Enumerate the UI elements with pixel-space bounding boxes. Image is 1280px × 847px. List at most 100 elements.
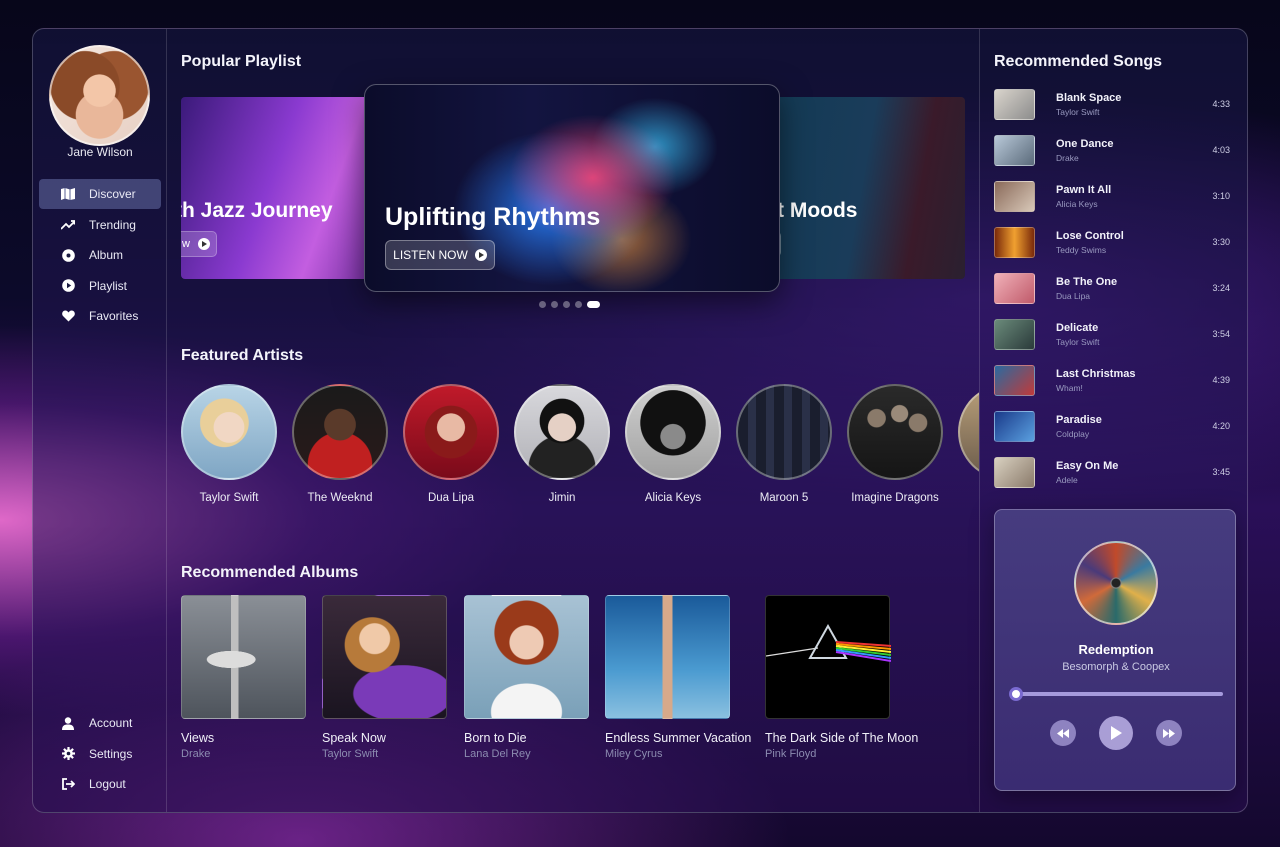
carousel-dot[interactable]	[563, 301, 570, 308]
nav-label: Logout	[89, 777, 126, 791]
disc-icon	[61, 248, 75, 262]
song-row[interactable]: Delicate Taylor Swift 3:54	[994, 319, 1234, 351]
listen-now-button[interactable]: LISTEN NOW	[385, 240, 495, 270]
nav-item-settings[interactable]: Settings	[39, 739, 161, 769]
fast-forward-icon	[1163, 728, 1175, 738]
song-cover	[994, 457, 1035, 488]
main-content: Popular Playlist th Jazz Journey w t Moo…	[167, 29, 979, 812]
fast-forward-button[interactable]	[1156, 720, 1182, 746]
nav-item-album[interactable]: Album	[39, 240, 161, 270]
song-title: One Dance	[1056, 138, 1114, 150]
artist-card[interactable]: Alicia Keys	[625, 384, 721, 504]
album-cover	[765, 595, 891, 719]
nav-item-favorites[interactable]: Favorites	[39, 301, 161, 331]
playlist-card-featured[interactable]: Uplifting Rhythms LISTEN NOW	[364, 84, 780, 292]
artist-name: Maroon 5	[759, 492, 809, 504]
artist-card-partial[interactable]	[958, 384, 979, 480]
main-nav: Discover Trending Album Playlist Favorit…	[39, 179, 161, 332]
album-cover	[605, 595, 730, 719]
play-icon	[197, 238, 210, 250]
song-duration: 3:54	[1212, 329, 1230, 339]
carousel-dot[interactable]	[551, 301, 558, 308]
artist-photo	[181, 384, 277, 480]
album-title: Speak Now	[322, 731, 386, 745]
button-label: w	[182, 238, 190, 250]
now-playing-card: Redemption Besomorph & Coopex	[994, 509, 1236, 791]
playlist-card-left[interactable]: th Jazz Journey w	[181, 97, 381, 279]
progress-knob[interactable]	[1009, 687, 1023, 701]
nav-item-logout[interactable]: Logout	[39, 769, 161, 799]
song-duration: 4:20	[1212, 421, 1230, 431]
song-title: Be The One	[1056, 276, 1118, 288]
song-row[interactable]: Paradise Coldplay 4:20	[994, 411, 1234, 443]
artist-photo	[514, 384, 610, 480]
song-cover	[994, 181, 1035, 212]
sidebar: Jane Wilson Discover Trending Album Play…	[33, 29, 167, 812]
play-icon	[474, 249, 487, 261]
listen-now-button[interactable]: w	[181, 231, 217, 257]
album-card[interactable]: The Dark Side of The Moon Pink Floyd	[765, 595, 918, 760]
now-playing-cover	[1074, 541, 1158, 625]
now-playing-artist: Besomorph & Coopex	[1062, 661, 1170, 673]
play-button[interactable]	[1099, 716, 1133, 750]
map-icon	[61, 187, 75, 201]
artist-card[interactable]: Maroon 5	[736, 384, 832, 504]
song-cover	[994, 227, 1035, 258]
song-row[interactable]: One Dance Drake 4:03	[994, 135, 1234, 167]
album-artist: Lana Del Rey	[464, 748, 531, 760]
nav-item-trending[interactable]: Trending	[39, 210, 161, 240]
song-artist: Drake	[1056, 153, 1079, 163]
song-duration: 3:45	[1212, 467, 1230, 477]
carousel-dot[interactable]	[575, 301, 582, 308]
song-row[interactable]: Last Christmas Wham! 4:39	[994, 365, 1234, 397]
featured-artists-heading: Featured Artists	[181, 347, 304, 364]
song-artist: Taylor Swift	[1056, 107, 1100, 117]
nav-label: Settings	[89, 746, 133, 761]
song-row[interactable]: Be The One Dua Lipa 3:24	[994, 273, 1234, 305]
song-row[interactable]: Pawn It All Alicia Keys 3:10	[994, 181, 1234, 213]
song-duration: 4:33	[1212, 99, 1230, 109]
song-duration: 3:10	[1212, 191, 1230, 201]
rewind-icon	[1057, 728, 1069, 738]
play-circle-icon	[61, 279, 75, 293]
recommended-songs-heading: Recommended Songs	[994, 53, 1163, 70]
carousel-dot-active[interactable]	[587, 301, 600, 308]
nav-label: Album	[89, 248, 124, 262]
artist-card[interactable]: Taylor Swift	[181, 384, 277, 504]
song-title: Easy On Me	[1056, 460, 1119, 472]
song-cover	[994, 411, 1035, 442]
artist-photo	[847, 384, 943, 480]
nav-label: Discover	[89, 187, 136, 201]
song-artist: Teddy Swims	[1056, 245, 1107, 255]
song-row[interactable]: Lose Control Teddy Swims 3:30	[994, 227, 1234, 259]
nav-item-discover[interactable]: Discover	[39, 179, 161, 209]
album-card[interactable]: Born to Die Lana Del Rey	[464, 595, 589, 760]
album-title: Views	[181, 731, 215, 745]
artist-card[interactable]: Imagine Dragons	[847, 384, 943, 504]
nav-item-playlist[interactable]: Playlist	[39, 271, 161, 301]
carousel-dot[interactable]	[539, 301, 546, 308]
album-card[interactable]: Views Drake	[181, 595, 306, 760]
artist-name: The Weeknd	[307, 492, 373, 504]
song-cover	[994, 135, 1035, 166]
popular-playlist-heading: Popular Playlist	[181, 53, 302, 70]
artist-card[interactable]: Dua Lipa	[403, 384, 499, 504]
song-artist: Dua Lipa	[1056, 291, 1091, 301]
song-title: Lose Control	[1056, 230, 1124, 242]
avatar[interactable]	[49, 45, 150, 146]
song-cover	[994, 89, 1035, 120]
artists-row: Taylor Swift The Weeknd Dua Lipa Jimin A…	[181, 384, 979, 514]
playlist-card-right[interactable]: t Moods	[757, 97, 965, 279]
album-title: Endless Summer Vacation	[605, 731, 752, 745]
artist-card[interactable]: Jimin	[514, 384, 610, 504]
nav-item-account[interactable]: Account	[39, 708, 161, 738]
album-card[interactable]: Endless Summer Vacation Miley Cyrus	[605, 595, 751, 760]
progress-bar[interactable]	[1015, 692, 1223, 696]
song-row[interactable]: Easy On Me Adele 3:45	[994, 457, 1234, 489]
artist-card[interactable]: The Weeknd	[292, 384, 388, 504]
album-card[interactable]: Speak Now Taylor Swift	[322, 595, 447, 760]
artist-photo	[958, 384, 979, 480]
rewind-button[interactable]	[1050, 720, 1076, 746]
trending-icon	[61, 218, 75, 232]
song-row[interactable]: Blank Space Taylor Swift 4:33	[994, 89, 1234, 121]
